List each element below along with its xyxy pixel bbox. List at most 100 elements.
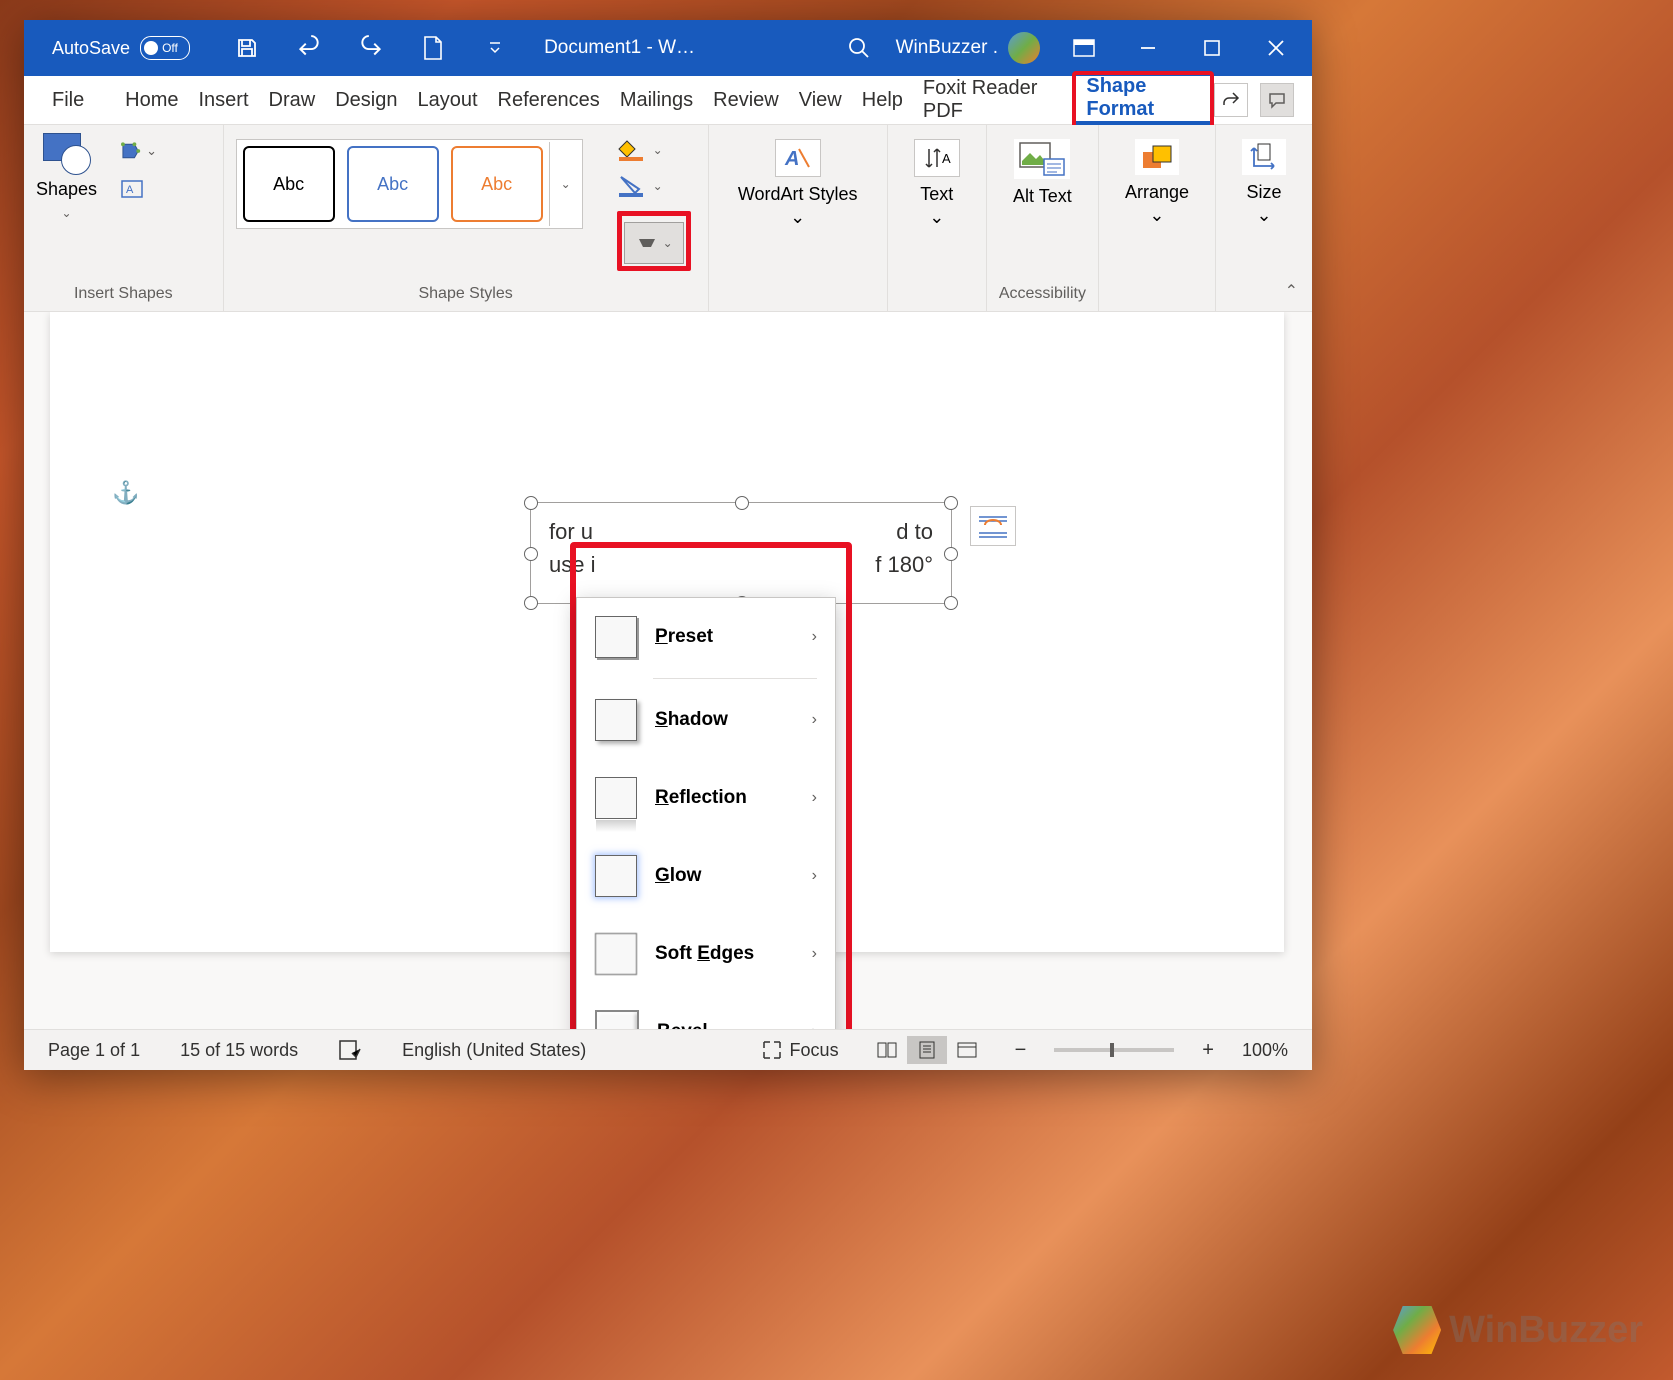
zoom-level[interactable]: 100% xyxy=(1242,1040,1288,1061)
svg-text:A: A xyxy=(942,151,951,166)
zoom-in-icon[interactable]: + xyxy=(1202,1039,1214,1062)
minimize-icon[interactable] xyxy=(1128,28,1168,68)
alt-text-button[interactable]: Alt Text xyxy=(999,133,1086,214)
comments-icon[interactable] xyxy=(1260,83,1294,117)
read-mode-icon[interactable] xyxy=(867,1036,907,1064)
chevron-down-icon: ⌄ xyxy=(62,206,72,220)
size-label: Size⌄ xyxy=(1246,181,1281,228)
resize-handle[interactable] xyxy=(524,547,538,561)
toggle-switch[interactable]: Off xyxy=(140,36,190,60)
gallery-more-icon[interactable]: ⌄ xyxy=(549,142,582,226)
text-button[interactable]: A Text⌄ xyxy=(900,133,974,236)
menu-label: Preset xyxy=(655,626,794,648)
collapse-ribbon-icon[interactable]: ⌃ xyxy=(1285,281,1298,301)
group-label-insert-shapes: Insert Shapes xyxy=(36,279,211,303)
menu-item-bevel[interactable]: Bevel › xyxy=(577,993,835,1029)
page-count[interactable]: Page 1 of 1 xyxy=(48,1040,140,1061)
resize-handle[interactable] xyxy=(735,496,749,510)
shape-effects-button[interactable]: ⌄ xyxy=(624,222,684,264)
resize-handle[interactable] xyxy=(524,596,538,610)
maximize-icon[interactable] xyxy=(1192,28,1232,68)
print-layout-icon[interactable] xyxy=(907,1036,947,1064)
autosave-toggle[interactable]: AutoSave Off xyxy=(52,36,190,60)
menu-item-glow[interactable]: Glow › xyxy=(577,837,835,915)
language[interactable]: English (United States) xyxy=(402,1040,586,1061)
style-preset-2[interactable]: Abc xyxy=(347,146,439,222)
size-button[interactable]: Size⌄ xyxy=(1228,133,1300,234)
edit-shape-icon[interactable]: ⌄ xyxy=(121,139,157,163)
arrange-button[interactable]: Arrange⌄ xyxy=(1111,133,1203,234)
menu-item-shadow[interactable]: Shadow › xyxy=(577,681,835,759)
shape-style-gallery[interactable]: Abc Abc Abc ⌄ xyxy=(236,139,583,229)
menu-item-reflection[interactable]: Reflection › xyxy=(577,759,835,837)
group-arrange: Arrange⌄ xyxy=(1099,125,1216,311)
ribbon-mode-icon[interactable] xyxy=(1064,28,1104,68)
tab-home[interactable]: Home xyxy=(115,76,188,124)
svg-text:A: A xyxy=(784,148,799,170)
share-icon[interactable] xyxy=(1214,83,1248,117)
group-label-shape-styles: Shape Styles xyxy=(236,279,696,303)
focus-mode[interactable]: Focus xyxy=(762,1040,839,1061)
text-box-icon[interactable]: A xyxy=(121,177,157,201)
style-preset-1[interactable]: Abc xyxy=(243,146,335,222)
tab-view[interactable]: View xyxy=(789,76,852,124)
shapes-button[interactable]: Shapes ⌄ xyxy=(36,133,97,220)
tab-review[interactable]: Review xyxy=(703,76,789,124)
tab-file[interactable]: File xyxy=(42,76,94,124)
tab-shape-format[interactable]: Shape Format xyxy=(1076,75,1210,125)
document-title: Document1 - W… xyxy=(544,37,695,59)
zoom-slider[interactable] xyxy=(1054,1048,1174,1052)
user-account[interactable]: WinBuzzer . xyxy=(896,32,1040,64)
web-layout-icon[interactable] xyxy=(947,1036,987,1064)
group-insert-shapes: Shapes ⌄ ⌄ A Insert Shapes xyxy=(24,125,224,311)
selected-textbox[interactable]: for u use i d to f 180° xyxy=(530,502,952,604)
document-canvas[interactable]: ⚓ for u use i d to f 180° xyxy=(24,312,1312,1029)
desktop-background: AutoSave Off Document1 - W… WinBuzzer . xyxy=(0,0,1673,1380)
tab-layout[interactable]: Layout xyxy=(407,76,487,124)
style-preset-3[interactable]: Abc xyxy=(451,146,543,222)
resize-handle[interactable] xyxy=(944,547,958,561)
new-doc-icon[interactable] xyxy=(420,35,446,61)
redo-icon[interactable] xyxy=(358,35,384,61)
tab-foxit[interactable]: Foxit Reader PDF xyxy=(913,76,1072,124)
tab-help[interactable]: Help xyxy=(852,76,913,124)
wordart-label: WordArt Styles ⌄ xyxy=(735,183,861,230)
active-tab-highlight: Shape Format xyxy=(1072,71,1214,129)
resize-handle[interactable] xyxy=(944,596,958,610)
menu-item-soft-edges[interactable]: Soft Edges › xyxy=(577,915,835,993)
chevron-down-icon: ⌄ xyxy=(653,143,663,157)
word-count[interactable]: 15 of 15 words xyxy=(180,1040,298,1061)
search-icon[interactable] xyxy=(846,35,872,61)
tab-references[interactable]: References xyxy=(488,76,610,124)
shape-outline-button[interactable]: ⌄ xyxy=(617,175,691,197)
resize-handle[interactable] xyxy=(524,496,538,510)
close-icon[interactable] xyxy=(1256,28,1296,68)
wordart-button[interactable]: A WordArt Styles ⌄ xyxy=(721,133,875,236)
group-shape-styles: Abc Abc Abc ⌄ ⌄ ⌄ xyxy=(224,125,709,311)
tab-mailings[interactable]: Mailings xyxy=(610,76,703,124)
tab-insert[interactable]: Insert xyxy=(189,76,259,124)
menu-label: Reflection xyxy=(655,787,794,809)
avatar-icon xyxy=(1008,32,1040,64)
layout-options-icon[interactable] xyxy=(970,506,1016,546)
text-label: Text⌄ xyxy=(920,183,953,230)
chevron-right-icon: › xyxy=(812,628,817,646)
qat-more-icon[interactable] xyxy=(482,35,508,61)
titlebar: AutoSave Off Document1 - W… WinBuzzer . xyxy=(24,20,1312,76)
shape-fill-button[interactable]: ⌄ xyxy=(617,139,691,161)
chevron-right-icon: › xyxy=(812,1023,817,1029)
group-accessibility: Alt Text Accessibility xyxy=(987,125,1099,311)
bevel-icon xyxy=(595,1010,639,1029)
zoom-thumb[interactable] xyxy=(1110,1043,1114,1057)
reflection-icon xyxy=(595,777,637,819)
save-icon[interactable] xyxy=(234,35,260,61)
chevron-down-icon: ⌄ xyxy=(653,179,663,193)
zoom-out-icon[interactable]: − xyxy=(1015,1039,1027,1062)
tab-design[interactable]: Design xyxy=(325,76,407,124)
menu-item-preset[interactable]: Preset › xyxy=(577,598,835,676)
spell-check-icon[interactable] xyxy=(338,1039,362,1061)
statusbar: Page 1 of 1 15 of 15 words English (Unit… xyxy=(24,1029,1312,1070)
resize-handle[interactable] xyxy=(944,496,958,510)
tab-draw[interactable]: Draw xyxy=(259,76,326,124)
undo-icon[interactable] xyxy=(296,35,322,61)
